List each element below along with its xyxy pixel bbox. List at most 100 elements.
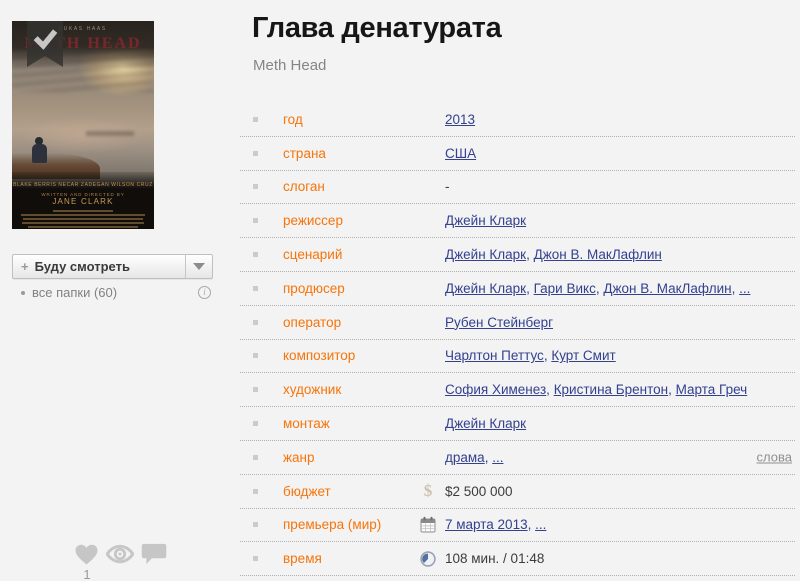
value-link[interactable]: Гари Викс <box>534 281 596 296</box>
value-text: 108 мин. / 01:48 <box>445 551 544 566</box>
row-bullet-icon <box>253 320 258 325</box>
value-text: , <box>526 281 534 296</box>
chevron-down-icon <box>193 263 205 270</box>
all-folders-link[interactable]: все папки (60) <box>32 285 117 300</box>
value-text: , <box>596 281 604 296</box>
row-bullet-icon <box>253 387 258 392</box>
value-link[interactable]: Джейн Кларк <box>445 247 526 262</box>
table-row: режиссер Джейн Кларк <box>240 204 795 238</box>
value-link[interactable]: Чарлтон Петтус <box>445 348 544 363</box>
poster-cast: BLAKE BERRIS NECAR ZADEGAN WILSON CRUZ <box>12 172 154 188</box>
row-value: Джейн Кларк <box>445 213 526 228</box>
table-row: жанр драма, ... слова <box>240 441 795 475</box>
value-link[interactable]: ... <box>492 450 503 465</box>
value-link[interactable]: Кристина Брентон <box>554 382 668 397</box>
value-text: $2 500 000 <box>445 484 513 499</box>
row-bullet-icon <box>253 489 258 494</box>
row-value: Джейн Кларк, Джон В. МакЛафлин <box>445 247 662 262</box>
movie-info-table: год 2013 страна США слоган - режиссер <box>240 103 795 576</box>
row-label: художник <box>283 382 445 397</box>
value-text: , <box>546 382 554 397</box>
value-link[interactable]: Джон В. МакЛафлин <box>534 247 662 262</box>
value-text: , <box>485 450 493 465</box>
value-link[interactable]: 7 марта 2013 <box>445 517 528 532</box>
value-text: , <box>732 281 740 296</box>
watch-list-button[interactable]: + Буду смотреть <box>12 254 213 279</box>
table-row: композитор Чарлтон Петтус, Курт Смит <box>240 340 795 374</box>
row-label: слоган <box>283 179 445 194</box>
row-value: 108 мин. / 01:48 <box>445 551 544 566</box>
table-row: страна США <box>240 137 795 171</box>
row-bullet-icon <box>253 455 258 460</box>
row-label: продюсер <box>283 281 445 296</box>
movie-poster[interactable]: LUKAS HAAS METH HEAD BLAKE BERRIS NECAR … <box>12 21 154 229</box>
table-row: монтаж Джейн Кларк <box>240 407 795 441</box>
eye-icon[interactable] <box>106 544 134 564</box>
row-value: драма, ... <box>445 450 503 465</box>
poster-person-silhouette <box>32 137 47 163</box>
folders-row: все папки (60) i <box>12 285 213 300</box>
row-value: 7 марта 2013, ... <box>445 517 546 532</box>
value-link[interactable]: Джейн Кларк <box>445 213 526 228</box>
value-text: , <box>668 382 676 397</box>
heart-icon[interactable] <box>74 544 99 565</box>
original-title: Meth Head <box>253 57 326 74</box>
row-bullet-icon <box>253 218 258 223</box>
row-label: композитор <box>283 348 445 363</box>
value-link[interactable]: Рубен Стейнберг <box>445 315 553 330</box>
row-value: Чарлтон Петтус, Курт Смит <box>445 348 616 363</box>
clock-icon <box>418 549 438 569</box>
like-count: 1 <box>74 567 100 581</box>
value-text: , <box>544 348 552 363</box>
poster-skyline <box>86 131 134 136</box>
value-link[interactable]: София Хименез <box>445 382 546 397</box>
row-bullet-icon <box>253 522 258 527</box>
value-link[interactable]: 2013 <box>445 112 475 127</box>
value-link[interactable]: ... <box>535 517 546 532</box>
row-value: Джейн Кларк <box>445 416 526 431</box>
dollar-icon: $ <box>418 481 438 501</box>
value-link[interactable]: Курт Смит <box>551 348 615 363</box>
row-bullet-icon <box>253 556 258 561</box>
watch-list-dropdown-toggle[interactable] <box>185 255 212 278</box>
table-row: сценарий Джейн Кларк, Джон В. МакЛафлин <box>240 238 795 272</box>
table-row: время 108 мин. / 01:48 <box>240 542 795 576</box>
value-link[interactable]: Марта Греч <box>676 382 748 397</box>
page-title: Глава денатурата <box>252 12 501 45</box>
table-row: оператор Рубен Стейнберг <box>240 306 795 340</box>
value-link[interactable]: США <box>445 146 476 161</box>
info-icon[interactable]: i <box>198 286 211 299</box>
value-text: , <box>526 247 534 262</box>
row-value: 2013 <box>445 112 475 127</box>
value-link[interactable]: Джон В. МакЛафлин <box>603 281 731 296</box>
row-value: США <box>445 146 476 161</box>
row-value: $ $2 500 000 <box>445 484 513 499</box>
poster-bottom-band: BLAKE BERRIS NECAR ZADEGAN WILSON CRUZ W… <box>12 172 154 229</box>
row-bullet-icon <box>253 151 258 156</box>
row-value: Рубен Стейнберг <box>445 315 553 330</box>
row-bullet-icon <box>253 353 258 358</box>
value-link[interactable]: драма <box>445 450 485 465</box>
row-right-link[interactable]: слова <box>757 450 792 465</box>
row-bullet-icon <box>253 184 258 189</box>
row-label: сценарий <box>283 247 445 262</box>
value-text: , <box>528 517 536 532</box>
comment-icon[interactable] <box>141 543 167 565</box>
row-bullet-icon <box>253 252 258 257</box>
row-value: - <box>445 179 450 194</box>
row-bullet-icon <box>253 421 258 426</box>
row-bullet-icon <box>253 286 258 291</box>
poster-director: JANE CLARK <box>12 197 154 206</box>
table-row: бюджет $ $2 500 000 <box>240 475 795 509</box>
row-label: монтаж <box>283 416 445 431</box>
row-bullet-icon <box>253 117 258 122</box>
row-label: страна <box>283 146 445 161</box>
value-link[interactable]: Джейн Кларк <box>445 281 526 296</box>
value-link[interactable]: Джейн Кларк <box>445 416 526 431</box>
movie-page: LUKAS HAAS METH HEAD BLAKE BERRIS NECAR … <box>0 0 800 581</box>
checkmark-icon <box>32 26 59 53</box>
table-row: год 2013 <box>240 103 795 137</box>
row-label: оператор <box>283 315 445 330</box>
value-link[interactable]: ... <box>739 281 750 296</box>
table-row: художник София Хименез, Кристина Брентон… <box>240 373 795 407</box>
